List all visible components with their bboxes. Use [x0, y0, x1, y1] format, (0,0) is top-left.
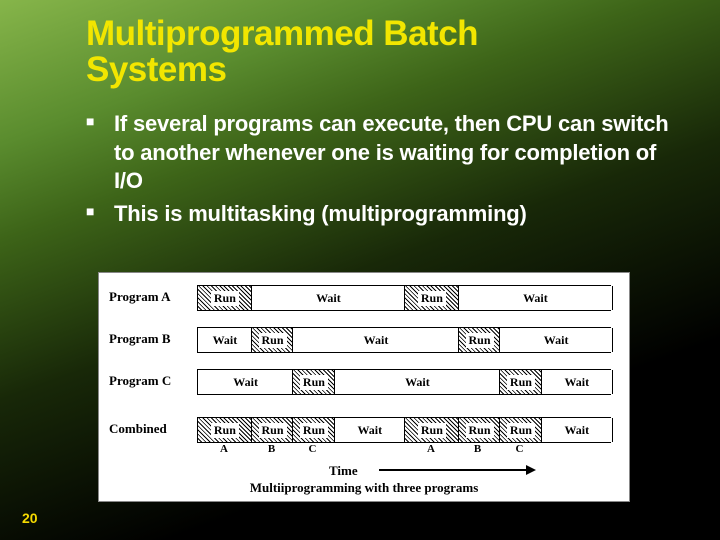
track-combined: Run Run Run Wait Run Run Run Wait: [197, 417, 611, 443]
track-b: Wait Run Wait Run Wait: [197, 327, 611, 353]
seg-a-wait2: Wait: [458, 286, 613, 310]
diagram-caption: Multiiprogramming with three programs: [99, 480, 629, 496]
seg-d-runc1: Run: [292, 418, 334, 442]
time-label: Time: [329, 463, 358, 479]
label-combined: Combined: [109, 421, 167, 437]
seg-c-wait2: Wait: [334, 370, 501, 394]
bullet-list: If several programs can execute, then CP…: [0, 88, 720, 228]
seg-d-wait2: Wait: [541, 418, 613, 442]
title-line-2: Systems: [86, 50, 226, 89]
seg-c-wait3: Wait: [541, 370, 613, 394]
track-c: Wait Run Wait Run Wait: [197, 369, 611, 395]
timing-diagram: Program A Run Wait Run Wait Program B Wa…: [98, 272, 630, 502]
seg-d-runa1: Run: [197, 418, 252, 442]
sublabel-c2: C: [499, 443, 540, 455]
seg-a-run2: Run: [404, 286, 459, 310]
sublabel-a1: A: [197, 443, 251, 455]
seg-b-run1: Run: [251, 328, 293, 352]
seg-d-runa2: Run: [404, 418, 459, 442]
row-program-c: Program C Wait Run Wait Run Wait: [99, 363, 629, 403]
bullet-2: This is multitasking (multiprogramming): [86, 200, 670, 229]
seg-b-wait3: Wait: [499, 328, 613, 352]
sublabel-b2: B: [457, 443, 498, 455]
seg-d-wait1: Wait: [334, 418, 405, 442]
seg-a-run1: Run: [197, 286, 252, 310]
row-program-b: Program B Wait Run Wait Run Wait: [99, 321, 629, 361]
sublabel-a2: A: [404, 443, 458, 455]
label-program-b: Program B: [109, 331, 171, 347]
row-combined: Combined Run Run Run Wait Run Run Run Wa…: [99, 415, 629, 461]
sublabel-c1: C: [292, 443, 333, 455]
row-program-a: Program A Run Wait Run Wait: [99, 279, 629, 319]
seg-d-runb1: Run: [251, 418, 293, 442]
seg-b-wait2: Wait: [292, 328, 459, 352]
seg-c-wait1: Wait: [197, 370, 293, 394]
seg-b-run2: Run: [458, 328, 500, 352]
seg-b-wait1: Wait: [197, 328, 252, 352]
slide: Multiprogrammed Batch Systems If several…: [0, 0, 720, 540]
page-number: 20: [22, 510, 38, 526]
seg-c-run2: Run: [499, 370, 541, 394]
seg-c-run1: Run: [292, 370, 334, 394]
sublabel-b1: B: [251, 443, 292, 455]
label-program-a: Program A: [109, 289, 171, 305]
slide-title: Multiprogrammed Batch Systems: [0, 0, 720, 88]
track-a: Run Wait Run Wait: [197, 285, 611, 311]
bullet-1: If several programs can execute, then CP…: [86, 110, 670, 196]
seg-d-runb2: Run: [458, 418, 500, 442]
seg-a-wait1: Wait: [251, 286, 405, 310]
time-arrow-line: [379, 469, 529, 471]
seg-d-runc2: Run: [499, 418, 541, 442]
title-line-1: Multiprogrammed Batch: [86, 14, 478, 53]
time-arrow-head: [526, 465, 536, 475]
label-program-c: Program C: [109, 373, 171, 389]
